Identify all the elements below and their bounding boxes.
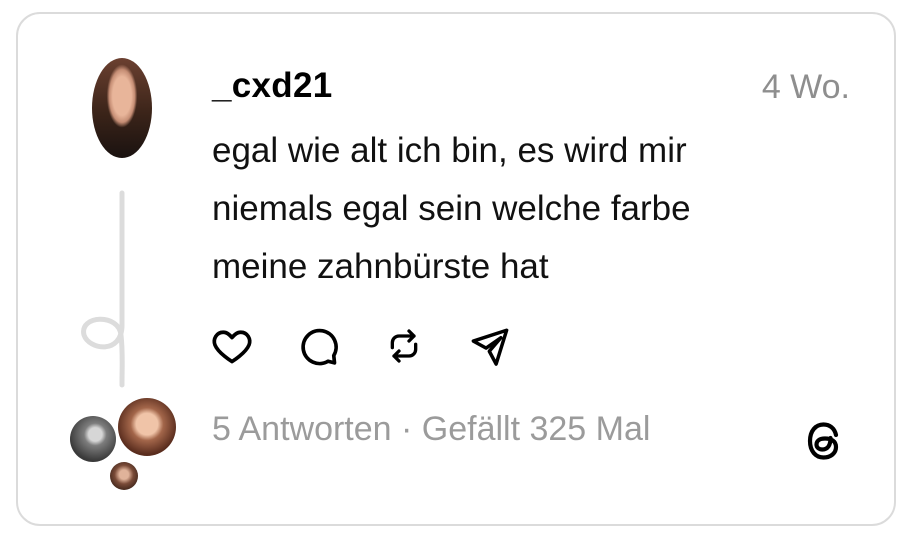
post-text-line: meine zahnbürste hat	[212, 247, 549, 286]
action-bar	[210, 322, 554, 370]
stats-separator: ·	[391, 410, 422, 448]
repost-icon	[390, 329, 418, 363]
share-icon	[471, 328, 509, 366]
like-button[interactable]	[210, 322, 254, 370]
post-text: egal wie alt ich bin, es wird mir niemal…	[212, 122, 852, 296]
thread-connector-line	[81, 190, 125, 388]
threads-logo-icon[interactable]	[800, 414, 850, 468]
reply-avatar	[118, 398, 176, 456]
post-stats: 5 Antworten · Gefällt 325 Mal	[212, 410, 650, 449]
author-username[interactable]: _cxd21	[212, 66, 333, 106]
author-avatar[interactable]	[92, 58, 152, 158]
likes-count-link[interactable]: Gefällt 325 Mal	[422, 410, 651, 448]
comment-icon	[301, 328, 338, 366]
reply-avatars[interactable]	[66, 398, 186, 498]
post-text-line: egal wie alt ich bin, es wird mir	[212, 131, 687, 170]
repost-button[interactable]	[382, 322, 426, 370]
reply-button[interactable]	[296, 322, 340, 370]
share-button[interactable]	[468, 322, 512, 370]
replies-count-link[interactable]: 5 Antworten	[212, 410, 392, 448]
post-timestamp[interactable]: 4 Wo.	[762, 68, 850, 107]
post-text-line: niemals egal sein welche farbe	[212, 189, 691, 228]
reply-avatar	[110, 462, 138, 490]
heart-icon	[212, 330, 252, 364]
reply-avatar	[70, 416, 116, 462]
